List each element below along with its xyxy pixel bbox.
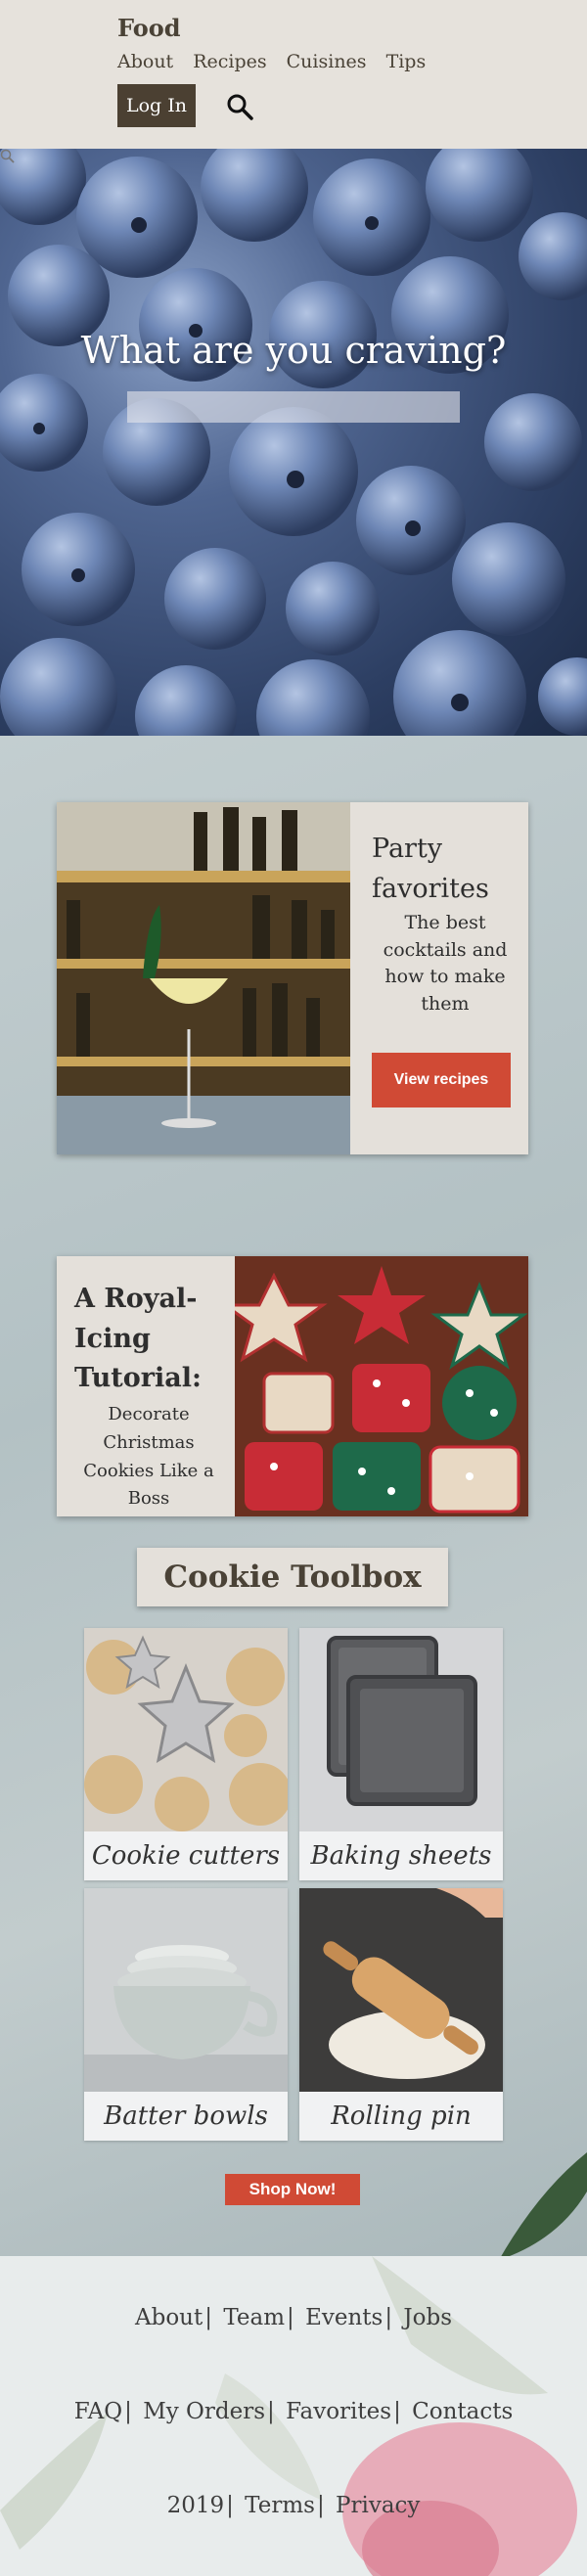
hero-title: What are you craving? <box>80 329 507 372</box>
christmas-cookies-image[interactable] <box>235 1256 528 1516</box>
footer-row-1: About| Team| Events| Jobs <box>135 2305 452 2330</box>
footer-link-favorites[interactable]: Favorites <box>286 2399 391 2424</box>
tool-tile-batter-bowls[interactable]: Batter bowls <box>84 1888 288 2141</box>
party-card-title: Party favorites <box>372 834 489 904</box>
nav-item-cuisines[interactable]: Cuisines <box>287 51 367 72</box>
tool-label-batter-bowls: Batter bowls <box>104 2101 268 2131</box>
cocktail-image[interactable] <box>57 802 350 1154</box>
footer-link-jobs[interactable]: Jobs <box>403 2305 452 2330</box>
nav-item-tips[interactable]: Tips <box>386 51 427 72</box>
hero-search-input[interactable] <box>127 391 460 423</box>
rolling-pin-image <box>299 1888 503 2092</box>
footer-year: 2019 <box>166 2493 225 2518</box>
tool-tile-baking-sheets[interactable]: Baking sheets <box>299 1628 503 1880</box>
footer-link-team[interactable]: Team <box>223 2305 285 2330</box>
search-icon[interactable] <box>225 92 254 121</box>
footer-link-my-orders[interactable]: My Orders <box>143 2399 265 2424</box>
footer-link-terms[interactable]: Terms <box>245 2493 315 2518</box>
site-header: Food About Recipes Cuisines Tips Log In <box>0 0 587 149</box>
view-recipes-button[interactable]: View recipes <box>372 1053 511 1107</box>
hero-banner: What are you craving? <box>0 149 587 736</box>
tool-label-rolling-pin: Rolling pin <box>331 2101 472 2131</box>
party-card-subtitle: The best cocktails and how to make them <box>383 912 508 1015</box>
footer-link-events[interactable]: Events <box>305 2305 383 2330</box>
tool-label-cookie-cutters: Cookie cutters <box>91 1841 281 1871</box>
footer-row-3: 2019| Terms| Privacy <box>166 2493 421 2518</box>
brand-logo[interactable]: Food <box>117 14 181 42</box>
site-footer: About| Team| Events| Jobs FAQ| My Orders… <box>0 2256 587 2576</box>
nav-item-about[interactable]: About <box>117 51 173 72</box>
footer-link-about[interactable]: About <box>135 2305 203 2330</box>
magnifier-icon <box>0 149 15 163</box>
footer-link-contacts[interactable]: Contacts <box>412 2399 513 2424</box>
tool-tile-rolling-pin[interactable]: Rolling pin <box>299 1888 503 2141</box>
login-button[interactable]: Log In <box>117 84 196 127</box>
cookie-toolbox-heading: Cookie Toolbox <box>137 1548 448 1606</box>
cookie-cutters-image <box>84 1628 288 1831</box>
party-favorites-card: Party favorites The best cocktails and h… <box>57 802 528 1154</box>
main-nav: About Recipes Cuisines Tips <box>117 51 426 72</box>
icing-card-title: A Royal-Icing Tutorial: <box>74 1284 202 1393</box>
blueberries-image <box>0 149 587 736</box>
tool-tile-cookie-cutters[interactable]: Cookie cutters <box>84 1628 288 1880</box>
royal-icing-card: A Royal-Icing Tutorial: Decorate Christm… <box>57 1256 528 1516</box>
baking-sheets-image <box>299 1628 503 1831</box>
footer-row-2: FAQ| My Orders| Favorites| Contacts <box>73 2399 514 2424</box>
shop-now-button[interactable]: Shop Now! <box>225 2174 360 2205</box>
nav-item-recipes[interactable]: Recipes <box>193 51 266 72</box>
footer-link-privacy[interactable]: Privacy <box>336 2493 420 2518</box>
leaf-decoration <box>499 2152 587 2260</box>
footer-link-faq[interactable]: FAQ <box>74 2399 122 2424</box>
batter-bowls-image <box>84 1888 288 2092</box>
tool-label-baking-sheets: Baking sheets <box>310 1841 492 1871</box>
icing-card-subtitle: Decorate Christmas Cookies Like a Boss <box>83 1404 214 1510</box>
